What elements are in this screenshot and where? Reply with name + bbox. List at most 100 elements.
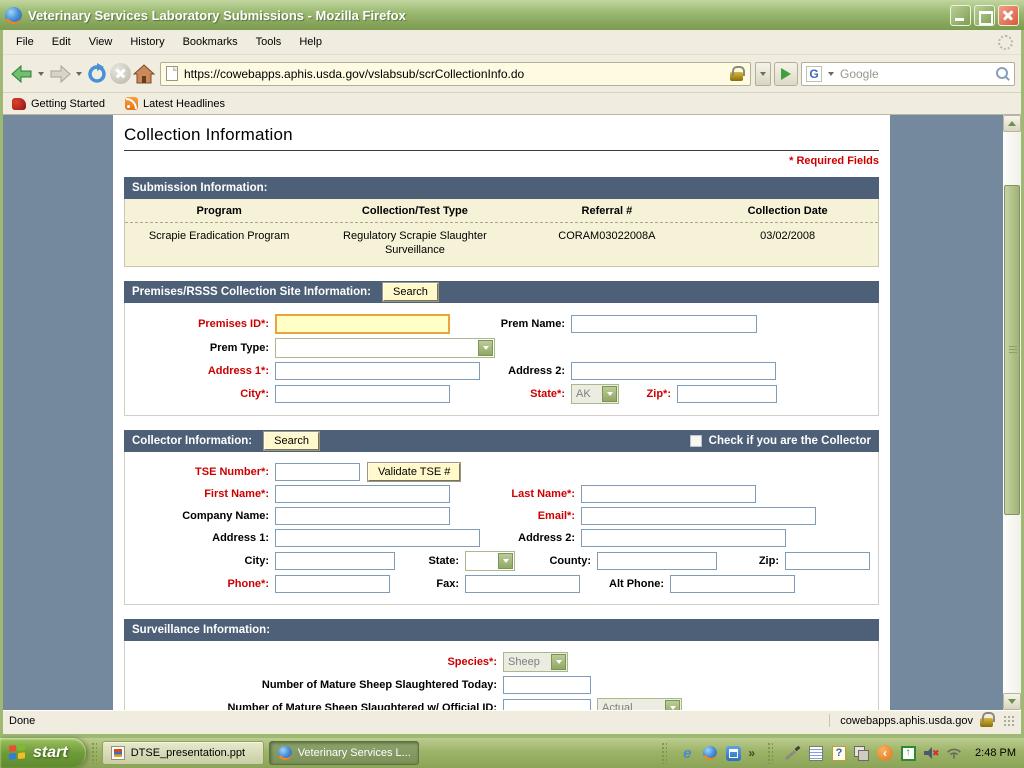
species-select[interactable]: Sheep [503, 652, 568, 672]
task-powerpoint[interactable]: DTSE_presentation.ppt [102, 741, 264, 765]
window-titlebar[interactable]: Veterinary Services Laboratory Submissio… [0, 0, 1024, 30]
validate-tse-button[interactable]: Validate TSE # [368, 463, 460, 481]
email-label: Email*: [450, 510, 581, 522]
premises-state-select[interactable]: AK [571, 384, 619, 404]
fax-label: Fax: [390, 578, 465, 590]
scrollbar-thumb[interactable] [1004, 185, 1020, 515]
chevron-down-icon [602, 386, 617, 402]
company-name-input[interactable] [275, 507, 450, 525]
collector-county-input[interactable] [597, 552, 717, 570]
menu-bookmarks[interactable]: Bookmarks [174, 32, 247, 52]
resize-grip[interactable] [1003, 715, 1015, 727]
task-label: Veterinary Services L... [298, 747, 411, 759]
search-input[interactable] [840, 67, 993, 81]
surveillance-section: Surveillance Information: Species*: Shee… [124, 619, 879, 710]
collector-zip-input[interactable] [785, 552, 870, 570]
mature-official-id-input[interactable] [503, 699, 591, 710]
start-button[interactable]: start [0, 738, 86, 768]
search-bar[interactable]: G [801, 62, 1015, 86]
search-engine-dropdown[interactable] [828, 72, 834, 76]
task-firefox[interactable]: Veterinary Services L... [269, 741, 419, 765]
email-input[interactable] [581, 507, 816, 525]
go-button[interactable] [774, 62, 798, 86]
premises-city-input[interactable] [275, 385, 450, 403]
menu-tools[interactable]: Tools [247, 32, 291, 52]
collector-address2-input[interactable] [581, 529, 786, 547]
tray-upload-status-icon[interactable]: ↑ [900, 745, 916, 761]
toolbar-overflow-chevron[interactable]: » [748, 746, 755, 760]
premises-search-button[interactable]: Search [383, 283, 438, 301]
tray-wireless-icon[interactable] [946, 745, 962, 761]
vertical-scrollbar[interactable] [1003, 115, 1021, 710]
collector-city-input[interactable] [275, 552, 395, 570]
tray-display-switch-icon[interactable] [854, 745, 870, 761]
status-site-panel: cowebapps.aphis.usda.gov [829, 714, 995, 727]
mature-today-input[interactable] [503, 676, 591, 694]
hide-tray-icons-chevron[interactable]: ‹ [877, 745, 893, 761]
submission-table-row: Scrapie Eradication Program Regulatory S… [125, 223, 878, 266]
back-dropdown-icon[interactable] [38, 72, 44, 76]
quick-launch-firefox-icon[interactable] [702, 745, 718, 761]
stop-button[interactable] [109, 59, 132, 89]
tse-number-input[interactable] [275, 463, 360, 481]
chevron-down-icon [498, 553, 513, 569]
menu-file[interactable]: File [7, 32, 43, 52]
collector-checkbox-group: Check if you are the Collector [690, 435, 871, 447]
chevron-down-icon [760, 72, 766, 76]
maximize-button[interactable] [974, 5, 995, 26]
premises-zip-input[interactable] [677, 385, 777, 403]
taskbar-clock[interactable]: 2:48 PM [975, 747, 1016, 759]
url-bar[interactable] [160, 62, 751, 86]
system-tray: e » ? ‹ ↑ 2:48 PM [656, 742, 1024, 764]
alt-phone-input[interactable] [670, 575, 795, 593]
minimize-button[interactable] [950, 5, 971, 26]
collector-checkbox[interactable] [690, 435, 702, 447]
bookmark-getting-started[interactable]: Getting Started [12, 98, 105, 110]
premises-address1-input[interactable] [275, 362, 480, 380]
collector-address1-input[interactable] [275, 529, 480, 547]
column-header-referral: Referral # [517, 205, 698, 217]
select-value: Sheep [505, 654, 551, 670]
reload-button[interactable] [85, 59, 109, 89]
collector-state-label: State: [395, 555, 465, 567]
last-name-input[interactable] [581, 485, 756, 503]
bookmark-latest-headlines[interactable]: Latest Headlines [125, 97, 225, 110]
first-name-input[interactable] [275, 485, 450, 503]
tray-journal-icon[interactable] [808, 745, 824, 761]
tray-stylus-icon[interactable] [785, 745, 801, 761]
menu-history[interactable]: History [121, 32, 173, 52]
section-title: Submission Information: [132, 182, 267, 194]
form-row: Company Name: Email*: [133, 507, 870, 525]
url-lock-icon[interactable] [730, 72, 743, 81]
prem-name-input[interactable] [571, 315, 757, 333]
back-button[interactable] [9, 59, 35, 89]
form-row: Number of Mature Sheep Slaughtered w/ Of… [133, 698, 870, 710]
collector-state-select[interactable] [465, 551, 515, 571]
phone-input[interactable] [275, 575, 390, 593]
quick-launch-ie-icon[interactable]: e [679, 745, 695, 761]
url-history-dropdown[interactable] [755, 62, 771, 86]
browser-viewport: Collection Information * Required Fields… [3, 115, 1021, 710]
official-id-mode-select[interactable]: Actual [597, 698, 682, 710]
close-button[interactable] [998, 5, 1019, 26]
premises-id-input[interactable] [275, 314, 450, 334]
menu-view[interactable]: View [80, 32, 122, 52]
tray-help-icon[interactable]: ? [831, 745, 847, 761]
home-button[interactable] [132, 59, 156, 89]
search-icon[interactable] [996, 67, 1010, 81]
prem-type-select[interactable] [275, 338, 495, 358]
menu-edit[interactable]: Edit [43, 32, 80, 52]
scroll-up-button[interactable] [1003, 115, 1021, 132]
fax-input[interactable] [465, 575, 580, 593]
premises-address2-input[interactable] [571, 362, 776, 380]
quick-launch-window-icon[interactable] [725, 745, 741, 761]
forward-dropdown-icon[interactable] [76, 72, 82, 76]
prem-name-label: Prem Name: [450, 318, 571, 330]
forward-button[interactable] [47, 59, 73, 89]
collector-search-button[interactable]: Search [264, 432, 319, 450]
url-input[interactable] [184, 67, 728, 81]
section-title: Premises/RSSS Collection Site Informatio… [132, 286, 371, 298]
menu-help[interactable]: Help [290, 32, 331, 52]
tray-muted-speaker-icon[interactable] [923, 745, 939, 761]
scroll-down-button[interactable] [1003, 693, 1021, 710]
